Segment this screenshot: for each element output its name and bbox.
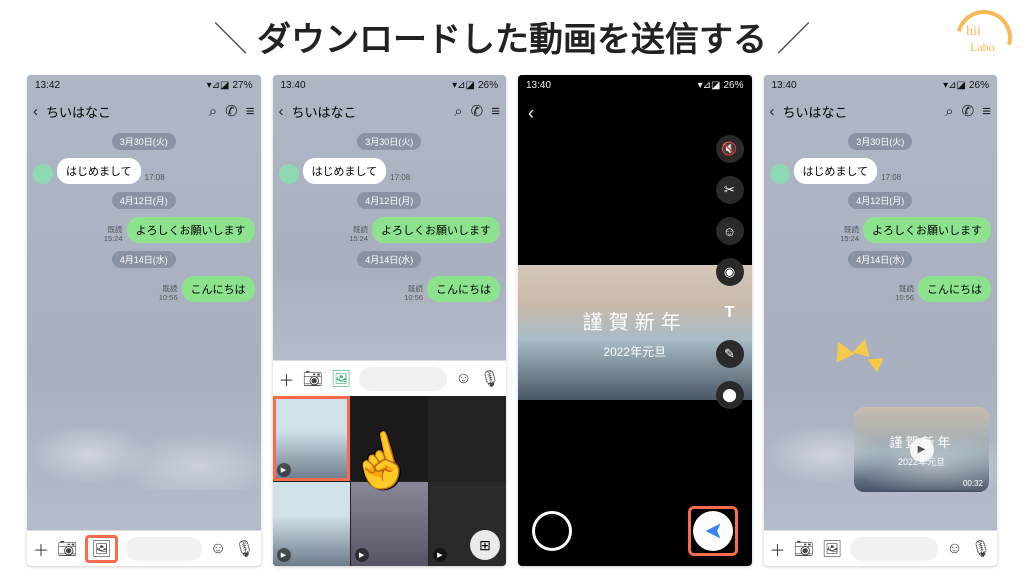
chat-area: 3月30日(火) はじめまして17:08 4月12日(月) 既読15:24よろし… [764, 127, 998, 530]
emoji-icon[interactable]: ☺ [210, 540, 226, 558]
message-input[interactable] [359, 367, 447, 391]
status-icons: ▾⊿◪ 27% [207, 80, 253, 91]
phone-step-4: 13:40 ▾⊿◪ 26% ‹ ちいはなこ ⌕ ✆ ≡ 3月30日(火) はじめ… [764, 75, 998, 566]
message-out: 既読15:24 よろしくお願いします [33, 217, 255, 243]
slash-left: ＼ [214, 21, 248, 59]
bubble-in[interactable]: はじめまして [57, 158, 141, 184]
emoji-icon[interactable]: ☺ [455, 370, 471, 388]
contact-name[interactable]: ちいはなこ [783, 102, 938, 121]
title-text: ダウンロードした動画を送信する [257, 21, 767, 59]
bubble-out[interactable]: こんにちは [182, 276, 255, 302]
call-icon[interactable]: ✆ [962, 102, 975, 120]
video-subtitle: 2022年元旦 [603, 343, 666, 360]
call-icon[interactable]: ✆ [471, 102, 484, 120]
chiilabo-logo: hii Labo [956, 10, 1012, 66]
draw-icon[interactable]: ✎ [716, 340, 744, 368]
gallery-item[interactable]: ▶ [273, 482, 350, 567]
gallery-icon[interactable]: 🖼︎ [331, 369, 351, 389]
status-time: 13:42 [35, 80, 60, 91]
gallery-item[interactable] [429, 396, 506, 481]
editor-bottom [518, 506, 752, 556]
camera-icon[interactable]: 📷︎ [303, 369, 323, 389]
page-title: ＼ ダウンロードした動画を送信する ／ [0, 12, 1024, 61]
phone-step-2: 13:40 ▾⊿◪ 26% ‹ ちいはなこ ⌕ ✆ ≡ 3月30日(火) はじめ… [273, 75, 507, 566]
search-icon[interactable]: ⌕ [454, 103, 462, 120]
call-icon[interactable]: ✆ [225, 102, 238, 120]
emoji-icon[interactable]: ☺ [946, 540, 962, 558]
message-input[interactable] [126, 537, 202, 561]
mute-icon[interactable]: 🔇 [716, 135, 744, 163]
plus-icon[interactable]: ＋ [279, 367, 295, 391]
plus-icon[interactable]: ＋ [33, 537, 49, 561]
status-bar: 13:40 ▾⊿◪ 26% [518, 75, 752, 95]
phone-step-1: 13:42 ▾⊿◪ 27% ‹ ちいはなこ ⌕ ✆ ≡ 3月30日(火) はじめ… [27, 75, 261, 566]
read-marker: 既読15:24 [104, 225, 123, 243]
input-bar: ＋ 📷︎ 🖼︎ ☺ 🎙︎ [27, 530, 261, 566]
mic-icon[interactable]: 🎙︎ [971, 539, 991, 559]
timestamp: 17:08 [145, 173, 165, 182]
input-bar: ＋ 📷︎ 🖼︎ ☺ 🎙︎ [764, 530, 998, 566]
filter-icon[interactable]: ◉ [716, 258, 744, 286]
date-tag: 4月14日(水) [112, 251, 176, 268]
sticker-icon[interactable]: ☺ [716, 217, 744, 245]
menu-icon[interactable]: ≡ [982, 103, 991, 120]
status-icons: ▾⊿◪ 26% [943, 80, 989, 91]
message-out: 既読10:56 こんにちは [33, 276, 255, 302]
back-icon[interactable]: ‹ [279, 103, 284, 120]
avatar[interactable] [33, 164, 53, 184]
slash-right: ／ [776, 21, 810, 59]
trim-icon[interactable]: ✂ [716, 176, 744, 204]
chat-header: ‹ ちいはなこ ⌕ ✆ ≡ [764, 95, 998, 127]
gallery-icon[interactable]: 🖼︎ [822, 539, 842, 559]
status-time: 13:40 [772, 80, 797, 91]
gallery-picker: ▶ ▶ ▶ ▶ ☝️ ⊞ [273, 396, 507, 566]
text-icon[interactable]: T [716, 299, 744, 327]
search-icon[interactable]: ⌕ [945, 103, 953, 120]
status-icons: ▾⊿◪ 26% [452, 80, 498, 91]
gallery-item[interactable]: ▶ [273, 396, 350, 481]
edit-toolbar: 🔇 ✂ ☺ ◉ T ✎ ⬤ [716, 135, 744, 409]
video-title: 謹賀新年 [583, 306, 687, 335]
plus-icon[interactable]: ＋ [770, 537, 786, 561]
status-bar: 13:40 ▾⊿◪ 26% [273, 75, 507, 95]
send-button[interactable] [693, 511, 733, 551]
contact-name[interactable]: ちいはなこ [46, 102, 201, 121]
phone-step-3: 13:40 ▾⊿◪ 26% ‹ 🔇 ✂ ☺ ◉ T ✎ ⬤ 謹賀新年 2022年… [518, 75, 752, 566]
back-icon[interactable]: ‹ [528, 103, 534, 124]
status-icons: ▾⊿◪ 26% [698, 80, 744, 91]
mic-icon[interactable]: 🎙︎ [480, 369, 500, 389]
chat-area: 3月30日(火) はじめまして17:08 4月12日(月) 既読15:24よろし… [273, 127, 507, 360]
status-bar: 13:40 ▾⊿◪ 26% [764, 75, 998, 95]
message-in: はじめまして 17:08 [33, 158, 255, 184]
camera-icon[interactable]: 📷︎ [57, 539, 77, 559]
status-bar: 13:42 ▾⊿◪ 27% [27, 75, 261, 95]
chat-header: ‹ ちいはなこ ⌕ ✆ ≡ [273, 95, 507, 127]
chat-header: ‹ ちいはなこ ⌕ ✆ ≡ [27, 95, 261, 127]
date-tag: 4月12日(月) [112, 192, 176, 209]
bubble-out[interactable]: よろしくお願いします [127, 217, 255, 243]
message-input[interactable] [850, 537, 938, 561]
editor-header: ‹ [518, 95, 752, 131]
input-bar: ＋ 📷︎ 🖼︎ ☺ 🎙︎ [273, 360, 507, 396]
status-time: 13:40 [281, 80, 306, 91]
back-icon[interactable]: ‹ [770, 103, 775, 120]
back-icon[interactable]: ‹ [33, 103, 38, 120]
mic-icon[interactable]: 🎙︎ [234, 539, 254, 559]
search-icon[interactable]: ⌕ [209, 103, 217, 120]
record-button[interactable] [532, 511, 572, 551]
status-time: 13:40 [526, 80, 551, 91]
read-marker: 既読10:56 [159, 284, 178, 302]
camera-icon[interactable]: 📷︎ [794, 539, 814, 559]
menu-icon[interactable]: ≡ [491, 103, 500, 120]
gallery-icon[interactable]: 🖼︎ [85, 535, 117, 563]
chat-area: 3月30日(火) はじめまして 17:08 4月12日(月) 既読15:24 よ… [27, 127, 261, 530]
grid-view-button[interactable]: ⊞ [470, 530, 500, 560]
send-highlight [688, 506, 738, 556]
date-tag: 3月30日(火) [112, 133, 176, 150]
blur-icon[interactable]: ⬤ [716, 381, 744, 409]
contact-name[interactable]: ちいはなこ [292, 102, 447, 121]
menu-icon[interactable]: ≡ [246, 103, 255, 120]
